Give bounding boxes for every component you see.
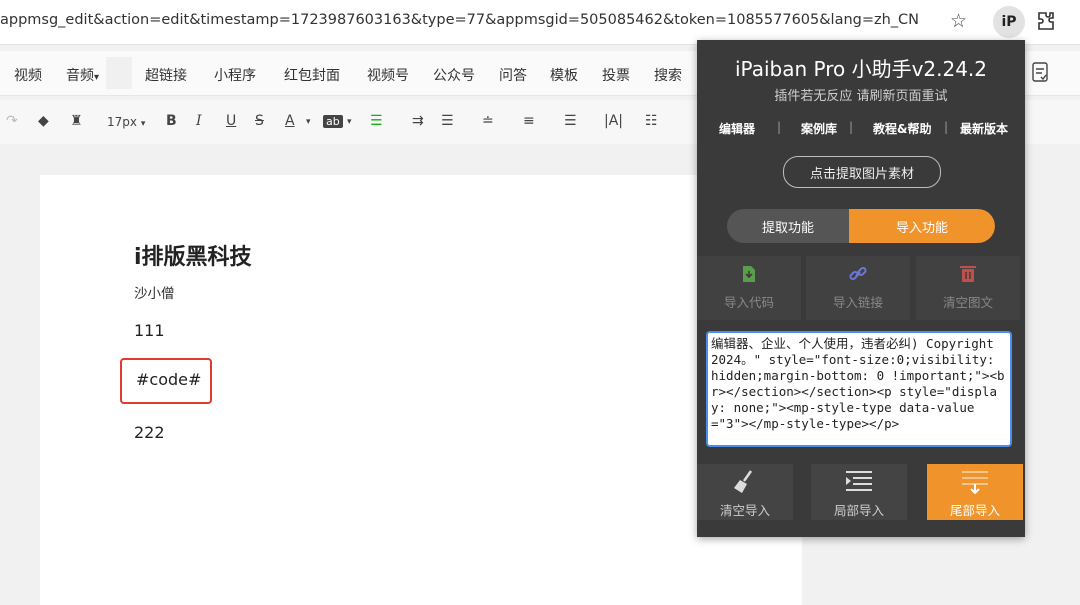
nav-separator: |	[944, 120, 949, 134]
ipaiban-popup: iPaiban Pro 小助手v2.24.2 插件若无反应 请刷新页面重试 编辑…	[697, 40, 1025, 537]
clear-import-button[interactable]: 清空导入	[697, 464, 793, 520]
insert-lines-icon	[846, 471, 872, 491]
address-bar[interactable]: appmsg_edit&action=edit&timestamp=172398…	[0, 12, 919, 28]
menu-channels[interactable]: 视频号	[367, 65, 409, 85]
browser-toolbar: appmsg_edit&action=edit&timestamp=172398…	[0, 0, 1080, 45]
chevron-down-icon: ▾	[94, 72, 100, 83]
tail-import-label: 尾部导入	[949, 503, 1000, 518]
import-code-label: 导入代码	[723, 295, 774, 310]
code-placeholder[interactable]: #code#	[136, 370, 201, 389]
menu-template[interactable]: 模板	[550, 65, 578, 85]
ipaiban-extension-icon: iP	[1001, 14, 1017, 30]
underline-button[interactable]: U	[226, 113, 236, 129]
nav-separator: |	[777, 120, 782, 134]
broom-icon	[734, 470, 753, 493]
popup-subtitle: 插件若无反应 请刷新页面重试	[774, 89, 948, 104]
background-color-button[interactable]: ab	[323, 115, 343, 128]
tab-import[interactable]: 导入功能	[849, 209, 995, 243]
link-icon	[849, 266, 867, 281]
popup-title: iPaiban Pro 小助手v2.24.2	[734, 57, 988, 81]
eraser-icon[interactable]: ◆	[38, 113, 49, 129]
clear-article-button[interactable]: 清空图文	[916, 256, 1020, 320]
article-editor[interactable]: i排版黑科技 沙小僧 111 #code# 222	[40, 175, 802, 605]
font-size-value: 17px	[107, 115, 137, 129]
code-placeholder-highlight: #code#	[120, 358, 212, 404]
nav-tutorial-help[interactable]: 教程&帮助	[873, 120, 931, 137]
letter-spacing-icon[interactable]: ☰	[564, 113, 577, 129]
nav-latest-version[interactable]: 最新版本	[960, 120, 1008, 137]
trash-icon	[960, 266, 976, 282]
bookmark-star-icon[interactable]: ☆	[950, 10, 967, 32]
menu-hyperlink[interactable]: 超链接	[145, 65, 187, 85]
partial-import-label: 局部导入	[833, 503, 884, 518]
nav-case-library[interactable]: 案例库	[801, 120, 837, 137]
menu-official-account[interactable]: 公众号	[433, 65, 475, 85]
menu-video[interactable]: 视频	[14, 65, 42, 85]
font-size-select[interactable]: 17px ▾	[107, 115, 145, 129]
menu-audio[interactable]: 音频▾	[66, 65, 99, 85]
redo-icon[interactable]: ↷	[6, 113, 18, 129]
menu-mini-program[interactable]: 小程序	[214, 65, 256, 85]
line-height-icon[interactable]: ≐	[482, 113, 494, 129]
menu-divider	[106, 57, 132, 89]
italic-button[interactable]: I	[196, 113, 202, 129]
clear-import-label: 清空导入	[719, 503, 770, 518]
article-author[interactable]: 沙小僧	[134, 282, 175, 302]
paragraph-line[interactable]: 111	[134, 321, 165, 340]
format-painter-icon[interactable]: ♜	[70, 113, 83, 129]
nav-separator: |	[849, 120, 854, 134]
paragraph-line[interactable]: 222	[134, 423, 165, 442]
align-center-icon[interactable]: ☰	[441, 113, 454, 129]
append-lines-icon	[962, 471, 988, 495]
list-icon[interactable]: ☷	[645, 113, 658, 129]
menu-qa[interactable]: 问答	[499, 65, 527, 85]
clear-article-label: 清空图文	[942, 295, 993, 310]
partial-import-button[interactable]: 局部导入	[811, 464, 907, 520]
chevron-down-icon[interactable]: ▾	[347, 117, 352, 127]
import-code-button[interactable]: 导入代码	[697, 256, 801, 320]
nav-editor[interactable]: 编辑器	[719, 120, 755, 137]
extensions-puzzle-icon[interactable]	[1034, 9, 1058, 33]
menu-vote[interactable]: 投票	[602, 65, 630, 85]
extract-images-button[interactable]: 点击提取图片素材	[783, 156, 941, 188]
ipaiban-extension-button[interactable]: iP	[993, 6, 1025, 38]
code-textarea[interactable]: 编辑器、企业、个人使用，违者必纠) Copyright 2024。" style…	[706, 331, 1012, 447]
bold-button[interactable]: B	[166, 113, 177, 129]
import-link-button[interactable]: 导入链接	[806, 256, 910, 320]
chevron-down-icon[interactable]: ▾	[306, 117, 311, 127]
align-left-icon[interactable]: ☰	[370, 113, 383, 129]
indent-icon[interactable]: ⇉	[412, 113, 424, 129]
menu-search[interactable]: 搜索	[654, 65, 682, 85]
font-color-button[interactable]: A	[285, 113, 295, 129]
file-import-icon	[743, 266, 755, 282]
article-title[interactable]: i排版黑科技	[134, 239, 252, 271]
strikethrough-button[interactable]: S	[255, 113, 264, 129]
menu-audio-label: 音频	[66, 68, 94, 84]
document-icon[interactable]	[1032, 62, 1048, 82]
import-link-label: 导入链接	[832, 295, 883, 310]
tab-extract[interactable]: 提取功能	[727, 209, 849, 243]
menu-red-packet-cover[interactable]: 红包封面	[284, 65, 340, 85]
mode-toggle: 提取功能 导入功能	[727, 209, 995, 243]
text-direction-icon[interactable]: |A|	[604, 113, 623, 129]
tail-import-button[interactable]: 尾部导入	[927, 464, 1023, 520]
chevron-down-icon: ▾	[140, 119, 146, 129]
paragraph-spacing-icon[interactable]: ≡	[523, 113, 535, 129]
